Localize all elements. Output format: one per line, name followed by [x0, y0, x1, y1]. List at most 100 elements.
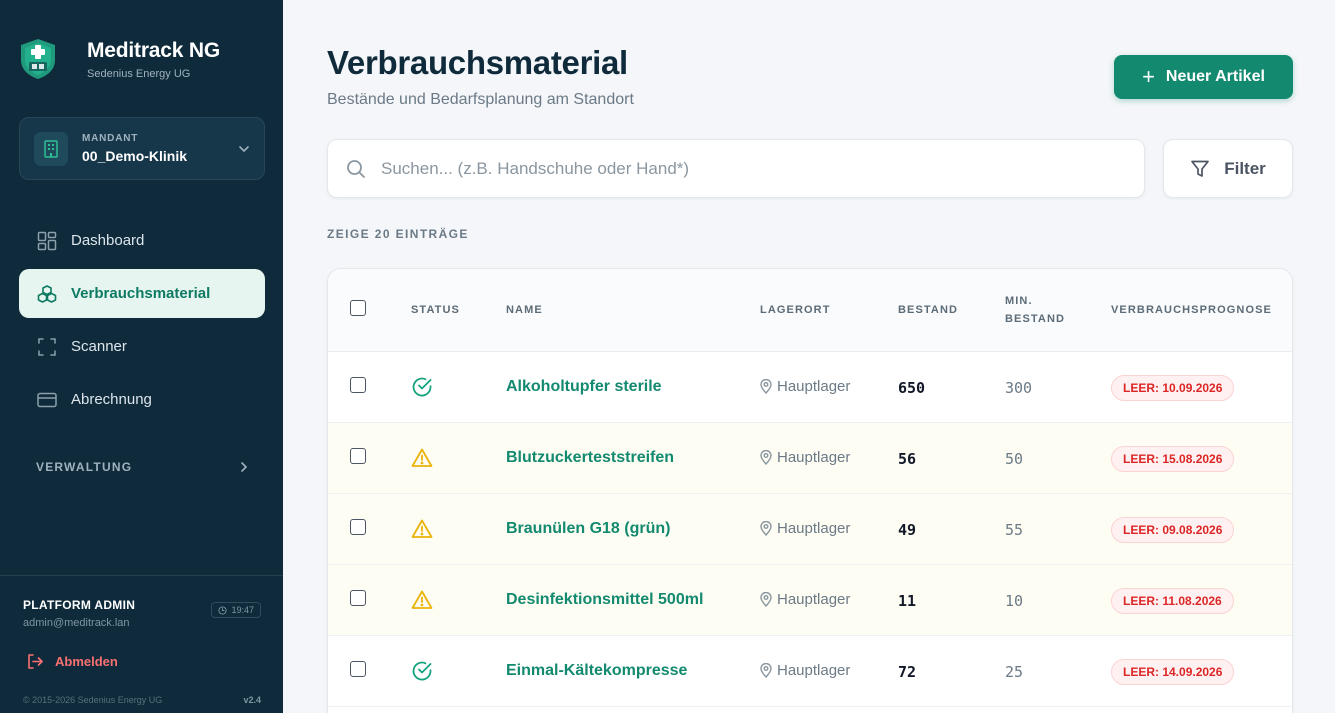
filter-button[interactable]: Filter [1163, 139, 1293, 198]
item-name-link[interactable]: Alkoholtupfer sterile [506, 378, 662, 396]
brand[interactable]: Meditrack NG Sedenius Energy UG [18, 38, 220, 80]
sidebar-item-label: Scanner [71, 338, 127, 355]
search-box [327, 139, 1145, 198]
item-location: Hauptlager [760, 662, 850, 679]
warning-triangle-icon [411, 518, 433, 540]
section-label: VERWALTUNG [36, 460, 133, 474]
item-location-text: Hauptlager [777, 449, 851, 466]
item-location-text: Hauptlager [777, 520, 851, 537]
table-row[interactable]: Blutzuckerteststreifen Hauptlager 56 50 LEER… [328, 423, 1292, 494]
logout-button[interactable]: Abmelden [27, 654, 261, 669]
item-min-stock: 55 [1005, 521, 1024, 539]
item-location: Hauptlager [760, 378, 850, 395]
item-name-link[interactable]: Einmal-Kältekompresse [506, 662, 687, 680]
chevron-right-icon [241, 462, 248, 472]
item-stock: 49 [898, 521, 917, 539]
item-location: Hauptlager [760, 591, 850, 608]
item-min-stock: 50 [1005, 450, 1024, 468]
forecast-badge: LEER: 14.09.2026 [1111, 659, 1235, 685]
forecast-badge: LEER: 11.08.2026 [1111, 588, 1234, 614]
filter-label: Filter [1224, 158, 1266, 178]
credit-card-icon [37, 390, 57, 410]
header-location[interactable]: LAGERORT [760, 301, 831, 319]
clock-time: 19:47 [231, 605, 254, 615]
header-min-stock-line2: BESTAND [1005, 313, 1066, 325]
table-row[interactable]: Einmal-Kältekompresse Hauptlager 72 25 LEER:… [328, 636, 1292, 707]
header-forecast[interactable]: VERBRAUCHSPROGNOSE [1111, 301, 1272, 319]
plus-icon: + [1142, 64, 1155, 89]
sidebar-item-verbrauchsmaterial[interactable]: Verbrauchsmaterial [19, 269, 265, 318]
item-location-text: Hauptlager [777, 591, 851, 608]
forecast-badge: LEER: 15.08.2026 [1111, 446, 1235, 472]
user-email: admin@meditrack.lan [23, 617, 130, 629]
item-stock: 72 [898, 663, 917, 681]
row-checkbox[interactable] [350, 661, 366, 677]
warning-triangle-icon [411, 589, 433, 611]
table-row[interactable]: Alkoholtupfer sterile Hauptlager 650 300 LEE… [328, 352, 1292, 423]
page-title: Verbrauchsmaterial [327, 44, 628, 81]
inventory-table: STATUS NAME LAGERORT BESTAND MIN. BESTAN… [327, 268, 1293, 713]
new-article-button[interactable]: + Neuer Artikel [1114, 55, 1293, 99]
dashboard-icon [37, 231, 57, 251]
cubes-icon [37, 284, 57, 304]
item-stock: 11 [898, 592, 917, 610]
check-circle-icon [411, 660, 433, 682]
scan-icon [37, 337, 57, 357]
sidebar-nav: Dashboard Verbrauchsmaterial Scanner Abr… [19, 216, 265, 428]
map-pin-icon [760, 592, 772, 607]
item-stock: 56 [898, 450, 917, 468]
item-min-stock: 10 [1005, 592, 1024, 610]
header-status[interactable]: STATUS [411, 301, 460, 319]
row-checkbox[interactable] [350, 519, 366, 535]
medical-box-logo-icon [21, 39, 55, 79]
header-min-stock[interactable]: MIN. BESTAND [1005, 292, 1065, 328]
search-icon [347, 159, 365, 178]
sidebar: Meditrack NG Sedenius Energy UG MANDANT … [0, 0, 283, 713]
header-stock[interactable]: BESTAND [898, 301, 958, 319]
search-input[interactable] [381, 158, 1081, 179]
tenant-label: MANDANT [82, 133, 139, 144]
map-pin-icon [760, 663, 772, 678]
page-subtitle: Bestände und Bedarfsplanung am Standort [327, 91, 634, 108]
item-location-text: Hauptlager [777, 378, 851, 395]
logout-label: Abmelden [55, 654, 118, 669]
row-checkbox[interactable] [350, 377, 366, 393]
item-name-link[interactable]: Braunülen G18 (grün) [506, 520, 670, 538]
row-checkbox[interactable] [350, 448, 366, 464]
warning-triangle-icon [411, 447, 433, 469]
copyright-text: © 2015-2026 Sedenius Energy UG [23, 695, 163, 705]
select-all-checkbox[interactable] [350, 300, 366, 316]
item-location-text: Hauptlager [777, 662, 851, 679]
forecast-badge: LEER: 10.09.2026 [1111, 375, 1235, 401]
sidebar-item-dashboard[interactable]: Dashboard [19, 216, 265, 265]
sidebar-item-abrechnung[interactable]: Abrechnung [19, 375, 265, 424]
item-name-link[interactable]: Desinfektionsmittel 500ml [506, 591, 703, 609]
item-min-stock: 25 [1005, 663, 1024, 681]
sidebar-section-verwaltung[interactable]: VERWALTUNG [36, 460, 248, 474]
header-name[interactable]: NAME [506, 301, 543, 319]
building-icon [34, 131, 68, 166]
tenant-selector[interactable]: MANDANT 00_Demo-Klinik [19, 117, 265, 180]
item-name-link[interactable]: Blutzuckerteststreifen [506, 449, 674, 467]
item-stock: 650 [898, 379, 926, 397]
entry-count: ZEIGE 20 EINTRÄGE [327, 227, 469, 241]
clock-badge: 19:47 [211, 602, 261, 618]
logout-icon [28, 654, 43, 669]
check-circle-icon [411, 376, 433, 398]
row-checkbox[interactable] [350, 590, 366, 606]
map-pin-icon [760, 521, 772, 536]
app-title: Meditrack NG [87, 39, 220, 62]
table-row[interactable]: Desinfektionsmittel 500ml Hauptlager 11 10 L… [328, 565, 1292, 636]
app-subtitle: Sedenius Energy UG [87, 68, 191, 80]
forecast-badge: LEER: 09.08.2026 [1111, 517, 1235, 543]
table-header: STATUS NAME LAGERORT BESTAND MIN. BESTAN… [328, 269, 1292, 352]
sidebar-item-scanner[interactable]: Scanner [19, 322, 265, 371]
clock-icon [218, 605, 228, 615]
table-row[interactable]: Braunülen G18 (grün) Hauptlager 49 55 LEER: … [328, 494, 1292, 565]
sidebar-footer: PLATFORM ADMIN admin@meditrack.lan 19:47… [0, 575, 283, 669]
chevron-down-icon [239, 145, 249, 152]
sidebar-item-label: Verbrauchsmaterial [71, 285, 211, 302]
user-role: PLATFORM ADMIN [23, 598, 136, 612]
item-min-stock: 300 [1005, 379, 1033, 397]
map-pin-icon [760, 450, 772, 465]
